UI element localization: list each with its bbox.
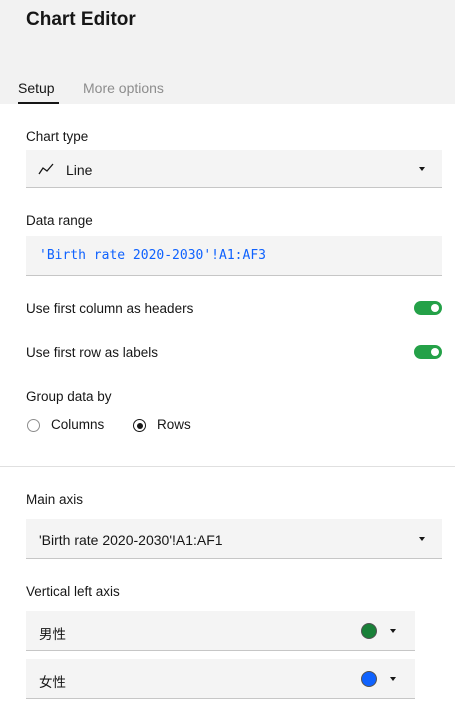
section-divider <box>0 466 455 467</box>
series-name: 男性 <box>39 627 66 643</box>
radio-rows-label[interactable]: Rows <box>157 417 191 432</box>
main-axis-dropdown[interactable]: 'Birth rate 2020-2030'!A1:AF1 <box>26 519 442 559</box>
first-column-headers-label: Use first column as headers <box>26 301 194 316</box>
first-column-headers-toggle[interactable] <box>414 301 442 315</box>
first-row-labels-label: Use first row as labels <box>26 345 159 360</box>
group-data-by-label: Group data by <box>26 389 112 404</box>
main-axis-label: Main axis <box>26 492 84 507</box>
vertical-left-axis-label: Vertical left axis <box>26 584 120 599</box>
chevron-down-icon <box>419 167 425 171</box>
tab-more-options[interactable]: More options <box>83 80 164 104</box>
tab-setup[interactable]: Setup <box>18 80 59 104</box>
toggle-knob <box>431 304 439 312</box>
main-axis-value: 'Birth rate 2020-2030'!A1:AF1 <box>39 532 223 548</box>
toggle-knob <box>431 348 439 356</box>
series-row[interactable]: 女性 <box>26 659 415 699</box>
data-range-input[interactable]: 'Birth rate 2020-2030'!A1:AF3 <box>26 236 442 276</box>
radio-columns-label[interactable]: Columns <box>51 417 104 432</box>
data-range-value: 'Birth rate 2020-2030'!A1:AF3 <box>39 248 266 263</box>
data-range-label: Data range <box>26 213 93 228</box>
radio-dot <box>136 422 143 429</box>
editor-title: Chart Editor <box>26 9 136 30</box>
radio-rows[interactable] <box>133 419 146 432</box>
chevron-down-icon[interactable] <box>390 677 396 681</box>
editor-header: Chart Editor Setup More options <box>0 0 455 104</box>
series-color-swatch[interactable] <box>361 623 377 639</box>
series-row[interactable]: 男性 <box>26 611 415 651</box>
radio-columns[interactable] <box>27 419 40 432</box>
chart-type-value: Line <box>66 162 93 178</box>
line-chart-icon <box>38 163 54 175</box>
series-color-swatch[interactable] <box>361 671 377 687</box>
chevron-down-icon[interactable] <box>390 629 396 633</box>
first-row-labels-toggle[interactable] <box>414 345 442 359</box>
series-name: 女性 <box>39 675 66 691</box>
chevron-down-icon <box>419 537 425 541</box>
chart-type-dropdown[interactable]: Line <box>26 150 442 188</box>
chart-type-label: Chart type <box>26 129 89 144</box>
